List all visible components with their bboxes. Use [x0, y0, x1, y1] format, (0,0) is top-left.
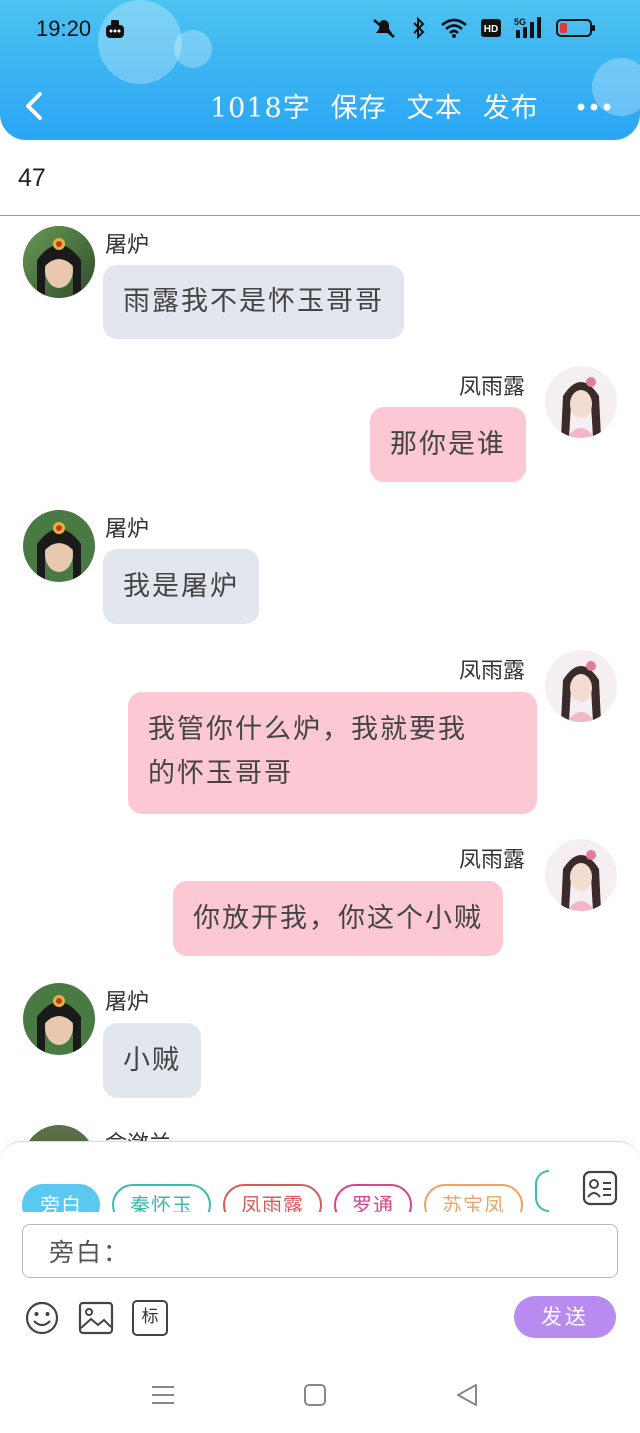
avatar-image [23, 983, 95, 1055]
compose-panel: 旁白秦怀玉凤雨露罗通苏宝凤 标 发送 [0, 1141, 640, 1357]
image-icon[interactable] [78, 1300, 114, 1336]
chapter-bar: 47 [0, 140, 640, 216]
tag-button[interactable]: 标 [132, 1300, 168, 1336]
message-input-box[interactable] [22, 1224, 618, 1278]
save-button[interactable]: 保存 [331, 86, 387, 125]
avatar-fengyulu[interactable] [545, 839, 617, 911]
sender-name: 屠炉 [105, 990, 150, 1015]
avatar-image [545, 839, 617, 911]
chip-character[interactable]: 秦怀玉 [112, 1184, 211, 1212]
wifi-icon [441, 18, 467, 38]
chip-character[interactable]: 凤雨露 [223, 1184, 322, 1212]
status-bar: 19:20 HD 5G [0, 0, 640, 58]
sender-name: 凤雨露 [459, 848, 526, 873]
avatar-image [23, 1125, 95, 1141]
signal-5g-icon: 5G [514, 17, 541, 38]
notification-app-icon [106, 20, 124, 38]
sender-name: 凤雨露 [459, 659, 526, 684]
message-input[interactable] [23, 1225, 617, 1277]
message-line: 我管你什么炉，我就要我 [148, 714, 467, 745]
text-button[interactable]: 文本 [407, 86, 463, 125]
message-bubble[interactable]: 小贼 [103, 1023, 201, 1098]
top-nav: 1018字 保存 文本 发布 [0, 76, 640, 136]
mute-icon [373, 19, 395, 38]
status-time: 19:20 [36, 16, 92, 41]
back-key-icon[interactable] [452, 1381, 482, 1409]
sender-name: 屠炉 [105, 517, 150, 542]
system-nav-bar [0, 1357, 640, 1433]
send-button[interactable]: 发送 [514, 1296, 616, 1338]
back-arrow-icon[interactable] [20, 86, 50, 126]
avatar-image [23, 226, 95, 298]
chapter-number[interactable]: 47 [18, 164, 46, 193]
word-count: 1018字 [210, 93, 311, 124]
app-header: 19:20 HD 5G 1018字 保存 文本 发布 [0, 0, 640, 140]
message-bubble[interactable]: 雨露我不是怀玉哥哥 [103, 265, 404, 339]
character-list-icon[interactable] [582, 1170, 618, 1206]
home-key-icon[interactable] [300, 1381, 330, 1409]
bluetooth-icon [413, 16, 425, 40]
avatar-image [23, 510, 95, 582]
more-icon[interactable] [574, 92, 614, 122]
avatar-image [545, 650, 617, 722]
svg-text:HD: HD [484, 24, 498, 35]
message-bubble[interactable]: 我是屠炉 [103, 549, 259, 624]
sender-name: 屠炉 [105, 233, 150, 258]
message-bubble[interactable]: 我管你什么炉，我就要我 的怀玉哥哥 [128, 692, 537, 814]
menu-key-icon[interactable] [148, 1381, 178, 1409]
chip-narrator[interactable]: 旁白 [22, 1184, 100, 1212]
message-line: 的怀玉哥哥 [148, 758, 293, 789]
publish-button[interactable]: 发布 [483, 86, 539, 125]
avatar-image [545, 366, 617, 438]
sender-name: 俞潋兰 [105, 1126, 171, 1141]
battery-icon [556, 19, 595, 37]
chip-character[interactable]: 罗通 [334, 1184, 412, 1212]
sender-name: 凤雨露 [459, 375, 526, 400]
character-chips[interactable]: 旁白 秦怀玉 凤雨露 罗通 苏宝凤 [22, 1170, 567, 1212]
svg-text:5G: 5G [514, 17, 526, 27]
message-list[interactable]: 屠炉 雨露我不是怀玉哥哥 凤雨露 那你是谁 屠炉 我是屠炉 凤雨露 我管你什么炉… [0, 216, 640, 1141]
chip-character-partial[interactable] [535, 1170, 549, 1212]
avatar-yulianlan[interactable] [23, 1125, 95, 1141]
status-icons: HD 5G [370, 16, 596, 40]
avatar-tulu[interactable] [23, 226, 95, 298]
nav-actions: 1018字 保存 文本 发布 [210, 86, 539, 125]
avatar-fengyulu[interactable] [545, 366, 617, 438]
avatar-tulu[interactable] [23, 510, 95, 582]
chip-character[interactable]: 苏宝凤 [424, 1184, 523, 1212]
emoji-icon[interactable] [24, 1300, 60, 1336]
message-bubble[interactable]: 那你是谁 [370, 407, 526, 482]
avatar-tulu[interactable] [23, 983, 95, 1055]
message-bubble[interactable]: 你放开我，你这个小贼 [173, 881, 503, 956]
hd-icon: HD [481, 19, 501, 37]
avatar-fengyulu[interactable] [545, 650, 617, 722]
